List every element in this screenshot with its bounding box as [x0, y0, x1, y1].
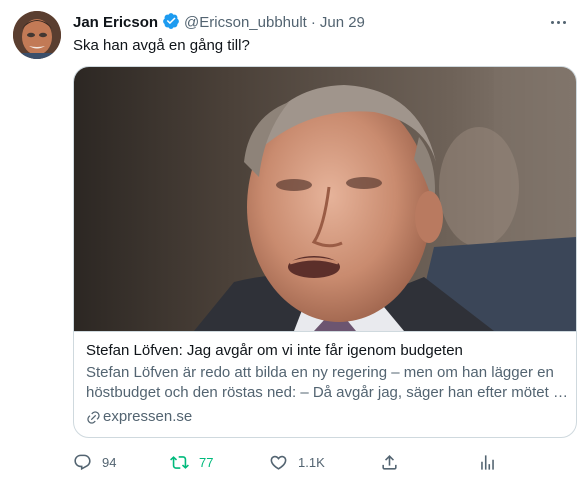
- retweet-button[interactable]: 77: [170, 450, 213, 474]
- tweet-date[interactable]: Jun 29: [320, 14, 365, 31]
- author-handle[interactable]: @Ericson_ubbhult: [184, 14, 307, 31]
- like-icon: [270, 455, 287, 470]
- card-title[interactable]: Stefan Löfven: Jag avgår om vi inte får …: [86, 341, 572, 361]
- separator-dot: ·: [310, 14, 316, 31]
- share-button[interactable]: [380, 450, 399, 474]
- card-description: Stefan Löfven är redo att bilda en ny re…: [86, 364, 568, 401]
- tweet-header: Jan Ericson @Ericson_ubbhult · Jun 29: [73, 12, 365, 32]
- share-icon: [382, 454, 397, 470]
- link-icon: [87, 410, 100, 424]
- tweet[interactable]: Jan Ericson @Ericson_ubbhult · Jun 29 Ska h…: [0, 0, 584, 486]
- like-button[interactable]: 1.1K: [269, 450, 325, 474]
- card-domain-text: expressen.se: [103, 408, 193, 425]
- tweet-actions: 94 77 1.1K: [73, 450, 503, 474]
- analytics-icon: [481, 454, 494, 470]
- retweet-icon: [170, 455, 189, 469]
- retweet-count: 77: [199, 454, 214, 470]
- link-card[interactable]: Stefan Löfven: Jag avgår om vi inte får …: [73, 66, 577, 438]
- card-body: Stefan Löfven: Jag avgår om vi inte får …: [86, 341, 572, 427]
- reply-button[interactable]: 94: [73, 450, 116, 474]
- analytics-button[interactable]: [478, 450, 497, 474]
- verified-badge-icon: [163, 13, 179, 29]
- more-icon[interactable]: [548, 12, 568, 32]
- avatar[interactable]: [13, 11, 61, 59]
- card-domain[interactable]: expressen.se: [86, 407, 572, 427]
- card-image[interactable]: [74, 67, 576, 332]
- reply-icon: [74, 454, 91, 470]
- author-name[interactable]: Jan Ericson: [73, 14, 158, 31]
- tweet-text: Ska han avgå en gång till?: [73, 37, 250, 54]
- like-count: 1.1K: [298, 454, 325, 470]
- reply-count: 94: [102, 454, 117, 470]
